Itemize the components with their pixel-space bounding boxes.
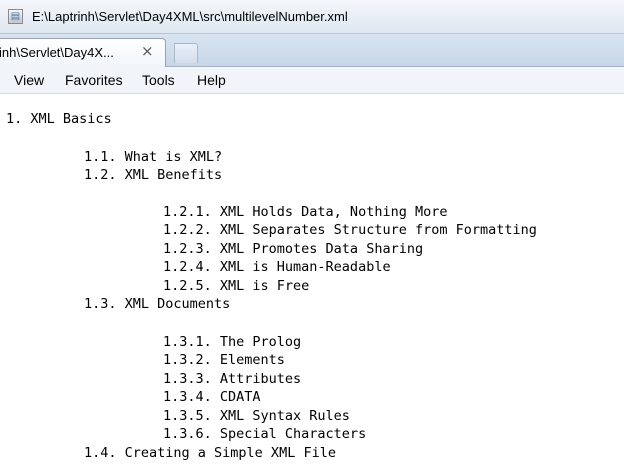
heading-level-3: 1.3.2. Elements xyxy=(163,352,285,368)
heading-level-3: 1.2.3. XML Promotes Data Sharing xyxy=(163,241,424,257)
heading-level-2: 1.4. Creating a Simple XML File xyxy=(84,445,336,461)
heading-level-3: 1.3.1. The Prolog xyxy=(163,334,302,350)
menu-view[interactable]: View xyxy=(14,72,44,88)
tab-active[interactable]: inh\Servlet\Day4X... × xyxy=(0,38,166,67)
heading-level-2: 1.2. XML Benefits xyxy=(84,167,223,183)
heading-level-3: 1.2.5. XML is Free xyxy=(163,278,310,294)
menu-tools[interactable]: Tools xyxy=(142,72,175,88)
heading-level-3: 1.2.2. XML Separates Structure from Form… xyxy=(163,222,537,238)
heading-level-3: 1.3.4. CDATA xyxy=(163,389,261,405)
heading-level-2: 1.1. What is XML? xyxy=(84,149,223,165)
heading-level-3: 1.3.6. Special Characters xyxy=(163,426,367,442)
menu-favorites[interactable]: Favorites xyxy=(65,72,123,88)
new-tab-button[interactable] xyxy=(174,43,198,63)
heading-level-3: 1.3.5. XML Syntax Rules xyxy=(163,408,350,424)
menu-help[interactable]: Help xyxy=(197,72,226,88)
heading-level-1: 1. XML Basics xyxy=(6,111,112,127)
address-bar[interactable]: ▤ E:\Laptrinh\Servlet\Day4XML\src\multil… xyxy=(0,0,624,34)
document-view: 1. XML Basics 1.1. What is XML? 1.2. XML… xyxy=(0,94,624,464)
heading-level-2: 1.3. XML Documents xyxy=(84,296,231,312)
tab-title: inh\Servlet\Day4X... xyxy=(0,45,114,60)
heading-level-3: 1.2.1. XML Holds Data, Nothing More xyxy=(163,204,448,220)
menu-bar: View Favorites Tools Help xyxy=(0,67,624,94)
xml-file-icon: ▤ xyxy=(8,9,23,24)
heading-level-3: 1.2.4. XML is Human-Readable xyxy=(163,259,391,275)
tab-strip: inh\Servlet\Day4X... × xyxy=(0,34,624,67)
address-text[interactable]: E:\Laptrinh\Servlet\Day4XML\src\multilev… xyxy=(32,9,348,24)
close-icon[interactable]: × xyxy=(141,42,154,60)
heading-level-3: 1.3.3. Attributes xyxy=(163,371,302,387)
